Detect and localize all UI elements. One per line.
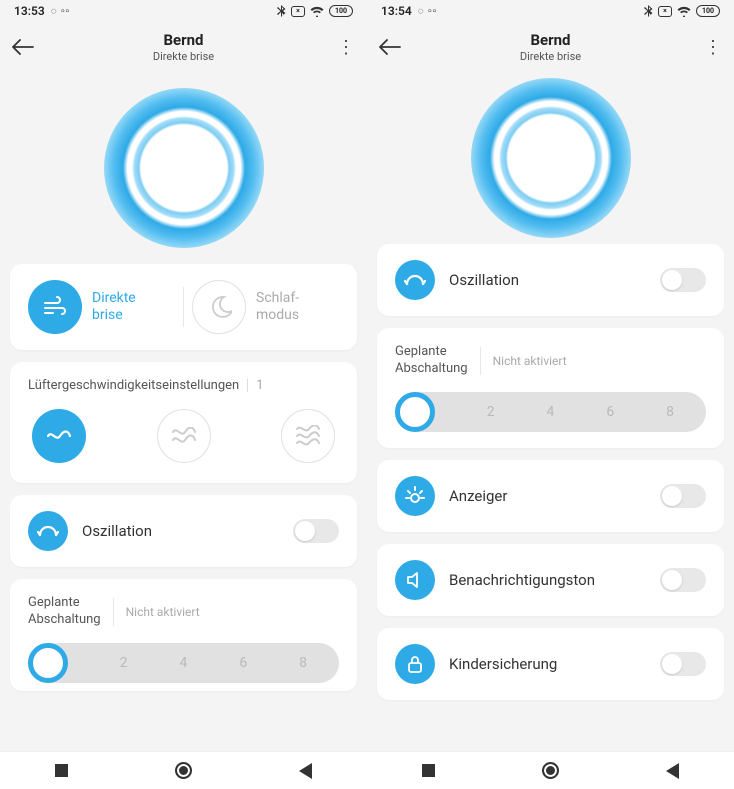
phone-right: 13:54 ◌ ▫▫ × 100 Bernd Direkte brise ⋮ [367, 0, 734, 789]
oscillation-icon [28, 511, 68, 551]
app-header: Bernd Direkte brise ⋮ [0, 22, 367, 72]
fan-ring-icon [104, 88, 264, 248]
sound-toggle[interactable] [660, 568, 706, 592]
app-header: Bernd Direkte brise ⋮ [367, 22, 734, 72]
oscillation-label: Oszillation [82, 522, 279, 540]
slider-thumb[interactable] [28, 643, 68, 683]
status-bar: 13:53 ◌ ▫▫ × 100 [0, 0, 367, 22]
divider [480, 347, 481, 375]
schedule-status: Nicht aktiviert [493, 354, 567, 368]
more-button[interactable]: ⋮ [688, 37, 722, 58]
page-subtitle: Direkte brise [413, 50, 688, 63]
divider [183, 287, 184, 327]
fan-speed-card: Lüftergeschwindigkeitseinstellungen 1 [10, 362, 357, 483]
mode-sleep[interactable]: Schlaf- modus [192, 280, 339, 334]
childlock-toggle[interactable] [660, 652, 706, 676]
wifi-icon [310, 6, 324, 17]
status-indicators-icon: ◌ ▫▫ [51, 6, 71, 17]
fan-speed-title: Lüftergeschwindigkeitseinstellungen [28, 378, 239, 393]
battery-icon: 100 [696, 5, 720, 17]
childlock-label: Kindersicherung [449, 655, 646, 673]
page-title: Bernd [46, 31, 321, 49]
back-button[interactable] [12, 39, 46, 55]
mode-direct-label: Direkte brise [92, 290, 136, 325]
oscillation-toggle[interactable] [293, 519, 339, 543]
schedule-title: Geplante Abschaltung [28, 595, 101, 629]
oscillation-icon [395, 260, 435, 300]
nav-home-button[interactable] [163, 762, 203, 779]
page-subtitle: Direkte brise [46, 50, 321, 63]
divider [113, 598, 114, 626]
phone-left: 13:53 ◌ ▫▫ × 100 Bernd Direkte brise ⋮ [0, 0, 367, 789]
back-button[interactable] [379, 39, 413, 55]
status-time: 13:54 [381, 4, 412, 18]
status-time: 13:53 [14, 4, 45, 18]
status-indicators-icon: ◌ ▫▫ [418, 6, 438, 17]
slider-tick: 2 [476, 404, 506, 420]
slider-tick: 2 [109, 655, 139, 671]
wifi-icon [677, 6, 691, 17]
wind-icon [28, 280, 82, 334]
nav-home-button[interactable] [530, 762, 570, 779]
childlock-card: Kindersicherung [377, 628, 724, 700]
mode-sleep-label: Schlaf- modus [256, 290, 299, 325]
oscillation-label: Oszillation [449, 271, 646, 289]
display-card: Anzeiger [377, 460, 724, 532]
speed-mid-button[interactable] [157, 409, 211, 463]
bluetooth-icon [644, 5, 653, 17]
more-button[interactable]: ⋮ [321, 37, 355, 58]
moon-icon [192, 280, 246, 334]
slider-thumb[interactable] [395, 392, 435, 432]
bluetooth-icon [277, 5, 286, 17]
fan-visual [0, 72, 367, 264]
battery-icon: 100 [329, 5, 353, 17]
slider-tick: 6 [228, 655, 258, 671]
android-navbar [0, 751, 367, 789]
android-navbar [367, 751, 734, 789]
mode-card: Direkte brise Schlaf- modus [10, 264, 357, 350]
data-off-icon: × [658, 6, 672, 17]
nav-back-button[interactable] [653, 763, 693, 779]
lock-icon [395, 644, 435, 684]
slider-tick: 6 [595, 404, 625, 420]
display-label: Anzeiger [449, 487, 646, 505]
slider-tick: 4 [535, 404, 565, 420]
fan-ring-icon [471, 78, 631, 238]
schedule-slider[interactable]: 2 4 6 8 [28, 643, 339, 683]
sound-card: Benachrichtigungston [377, 544, 724, 616]
data-off-icon: × [291, 6, 305, 17]
schedule-title: Geplante Abschaltung [395, 344, 468, 378]
schedule-card: Geplante Abschaltung Nicht aktiviert 2 4… [10, 579, 357, 691]
nav-recents-button[interactable] [408, 764, 448, 777]
nav-recents-button[interactable] [41, 764, 81, 777]
display-icon [395, 476, 435, 516]
schedule-slider[interactable]: 2 4 6 8 [395, 392, 706, 432]
mode-direct-breeze[interactable]: Direkte brise [28, 280, 175, 334]
schedule-status: Nicht aktiviert [126, 605, 200, 619]
nav-back-button[interactable] [286, 763, 326, 779]
oscillation-toggle[interactable] [660, 268, 706, 292]
display-toggle[interactable] [660, 484, 706, 508]
speed-low-button[interactable] [32, 409, 86, 463]
status-bar: 13:54 ◌ ▫▫ × 100 [367, 0, 734, 22]
fan-speed-value: 1 [256, 378, 263, 393]
slider-tick: 4 [168, 655, 198, 671]
oscillation-card: Oszillation [10, 495, 357, 567]
schedule-card: Geplante Abschaltung Nicht aktiviert 2 4… [377, 328, 724, 448]
slider-tick: 8 [288, 655, 318, 671]
divider [247, 379, 248, 392]
oscillation-card: Oszillation [377, 244, 724, 316]
page-title: Bernd [413, 31, 688, 49]
slider-tick: 8 [655, 404, 685, 420]
speed-high-button[interactable] [281, 409, 335, 463]
sound-label: Benachrichtigungston [449, 571, 646, 589]
fan-visual [367, 72, 734, 244]
sound-icon [395, 560, 435, 600]
